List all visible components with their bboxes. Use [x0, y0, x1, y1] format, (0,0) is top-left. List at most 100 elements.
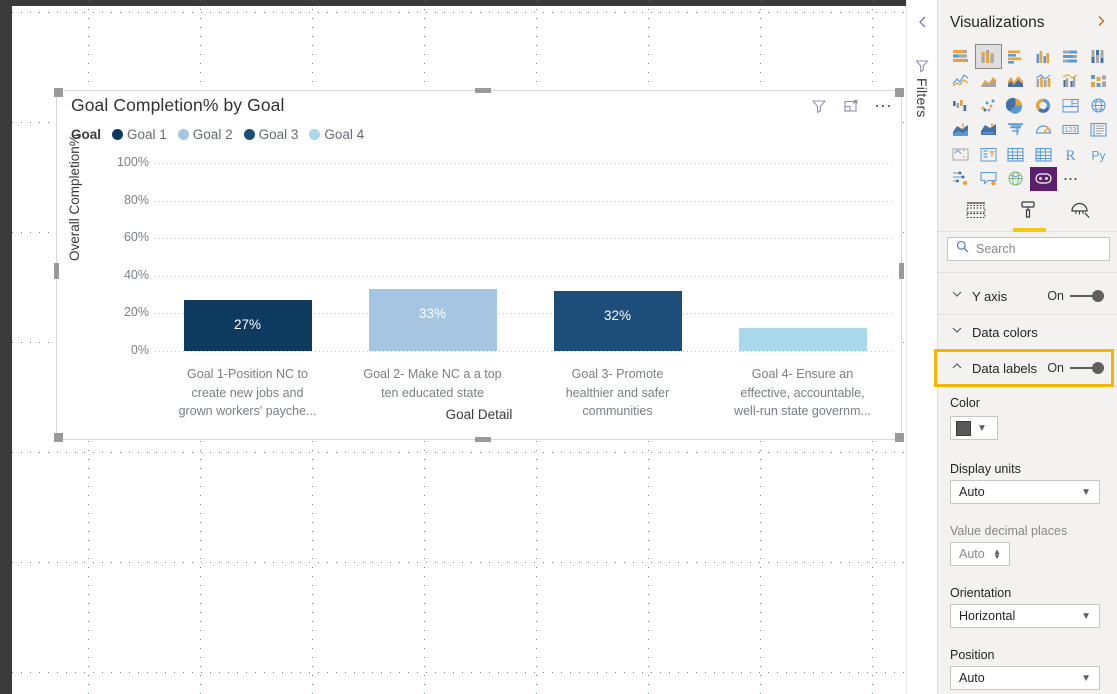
qna-visual-icon[interactable]	[975, 167, 1003, 192]
resize-handle-middle-left[interactable]	[54, 263, 59, 279]
analytics-tab[interactable]	[1069, 200, 1091, 227]
pane-divider	[938, 272, 1117, 273]
clustered-bar-chart-icon[interactable]	[1002, 44, 1030, 69]
legend-item[interactable]: Goal 2	[177, 127, 233, 142]
bar-data-label: 33%	[418, 305, 447, 321]
report-canvas[interactable]: Goal Completion% by Goal ⋯ Goal Goal 1 G…	[12, 0, 906, 694]
kpi-icon[interactable]	[947, 142, 975, 167]
stepper-arrows-icon[interactable]: ▲ ▼	[993, 548, 1001, 561]
stacked-area-chart-icon[interactable]	[1002, 69, 1030, 94]
y-axis-tick-label: 100%	[117, 155, 149, 169]
position-dropdown[interactable]: Auto ▼	[950, 666, 1100, 690]
resize-handle-bottom-left[interactable]	[54, 433, 63, 442]
bar-chart-visual[interactable]: Goal Completion% by Goal ⋯ Goal Goal 1 G…	[54, 88, 904, 442]
x-axis-title: Goal Detail	[445, 407, 513, 422]
resize-handle-bottom-right[interactable]	[895, 433, 904, 442]
resize-handle-top-right[interactable]	[895, 88, 904, 97]
treemap-icon[interactable]	[1057, 93, 1085, 118]
x-axis-category-label[interactable]: Goal 2- Make NC a a top ten educated stat…	[344, 365, 521, 402]
search-input[interactable]: Search	[947, 237, 1110, 261]
funnel-chart-icon[interactable]	[1002, 118, 1030, 143]
toggle-switch[interactable]	[1070, 290, 1104, 302]
data-label-color-picker[interactable]: ▼	[950, 416, 998, 440]
fields-tab[interactable]	[965, 201, 987, 226]
custom-visual-icon[interactable]	[1029, 166, 1057, 191]
legend-item[interactable]: Goal 1	[112, 127, 167, 142]
orientation-dropdown[interactable]: Horizontal ▼	[950, 604, 1100, 628]
chevron-down-icon: ▼	[1081, 610, 1091, 622]
card-icon[interactable]: 123	[1057, 118, 1085, 143]
position-value: Auto	[959, 671, 985, 685]
hundred-percent-stacked-bar-chart-icon[interactable]	[1057, 44, 1085, 69]
chevron-left-icon[interactable]	[915, 14, 931, 35]
resize-handle-middle-right[interactable]	[899, 263, 904, 279]
hundred-percent-stacked-column-chart-icon[interactable]	[1085, 44, 1113, 69]
visualization-type-gallery[interactable]: 123 R Py	[947, 44, 1113, 191]
donut-chart-icon[interactable]	[1030, 93, 1058, 118]
key-influencers-icon[interactable]	[947, 167, 975, 192]
line-stacked-column-chart-icon[interactable]	[1030, 69, 1058, 94]
chart-bar[interactable]: 32%	[553, 290, 682, 351]
area-chart-icon[interactable]	[975, 69, 1003, 94]
r-script-visual-icon[interactable]: R	[1057, 142, 1085, 167]
format-card-data-colors[interactable]: Data colors	[938, 314, 1117, 350]
chart-gridline	[155, 238, 895, 240]
active-tab-underline	[1013, 228, 1046, 232]
toggle-knob	[1092, 290, 1104, 302]
more-visuals-icon[interactable]	[1057, 167, 1085, 192]
matrix-icon[interactable]	[1030, 142, 1058, 167]
waterfall-chart-icon[interactable]	[947, 93, 975, 118]
legend-item[interactable]: Goal 4	[309, 127, 364, 142]
toggle-switch[interactable]	[1070, 362, 1104, 374]
display-units-value: Auto	[959, 485, 985, 499]
slicer-icon[interactable]	[975, 142, 1003, 167]
shape-map-icon[interactable]	[975, 118, 1003, 143]
multi-row-card-icon[interactable]	[1085, 118, 1113, 143]
format-tab[interactable]	[1013, 200, 1046, 232]
clustered-column-chart-icon[interactable]	[1030, 44, 1058, 69]
resize-handle-bottom-center[interactable]	[475, 437, 491, 442]
legend-color-dot	[112, 129, 124, 140]
resize-handle-top-left[interactable]	[54, 88, 63, 97]
filled-map-icon[interactable]	[947, 118, 975, 143]
gauge-chart-icon[interactable]	[1030, 118, 1058, 143]
y-axis-toggle[interactable]: On	[1047, 289, 1104, 303]
chart-gridline	[155, 275, 895, 277]
value-decimal-places-value: Auto	[959, 547, 985, 561]
python-visual-icon[interactable]: Py	[1085, 142, 1113, 167]
data-labels-toggle[interactable]: On	[1047, 361, 1104, 375]
resize-handle-top-center[interactable]	[475, 88, 491, 93]
value-decimal-places-stepper[interactable]: Auto ▲ ▼	[950, 542, 1010, 566]
y-axis-tick-label: 40%	[123, 267, 149, 282]
stacked-bar-chart-icon[interactable]	[947, 44, 975, 69]
filters-pane-collapsed[interactable]: Filters	[906, 0, 937, 694]
stacked-column-chart-icon[interactable]	[974, 44, 1002, 69]
chart-bar[interactable]: 33%	[368, 288, 497, 351]
y-axis-tick-label: 60%	[123, 230, 149, 245]
canvas-guide-horizontal	[12, 562, 906, 563]
orientation-label: Orientation	[950, 586, 1012, 600]
line-chart-icon[interactable]	[947, 69, 975, 94]
focus-mode-icon[interactable]	[842, 97, 860, 115]
format-card-y-axis[interactable]: Y axis On	[938, 278, 1117, 314]
format-card-data-labels[interactable]: Data labels On	[938, 350, 1117, 386]
arcgis-map-icon[interactable]	[1002, 167, 1030, 192]
bar-data-label: 27%	[233, 317, 262, 333]
line-clustered-column-chart-icon[interactable]	[1057, 69, 1085, 94]
filter-icon[interactable]	[914, 58, 931, 78]
chevron-right-icon[interactable]	[1094, 14, 1108, 33]
legend-item[interactable]: Goal 3	[243, 127, 298, 142]
svg-text:R: R	[1066, 148, 1076, 163]
display-units-dropdown[interactable]: Auto ▼	[950, 480, 1100, 504]
chart-bar[interactable]: 27%	[183, 300, 312, 351]
ribbon-chart-icon[interactable]	[1085, 69, 1113, 94]
more-options-icon[interactable]: ⋯	[874, 97, 893, 115]
scatter-chart-icon[interactable]	[975, 93, 1003, 118]
pie-chart-icon[interactable]	[1002, 93, 1030, 118]
table-icon[interactable]	[1002, 142, 1030, 167]
filter-icon[interactable]	[810, 97, 828, 115]
chart-bar[interactable]	[738, 328, 867, 351]
map-icon[interactable]	[1085, 93, 1113, 118]
left-nav-rail	[0, 0, 12, 694]
format-card-label: Data labels	[972, 360, 1038, 376]
